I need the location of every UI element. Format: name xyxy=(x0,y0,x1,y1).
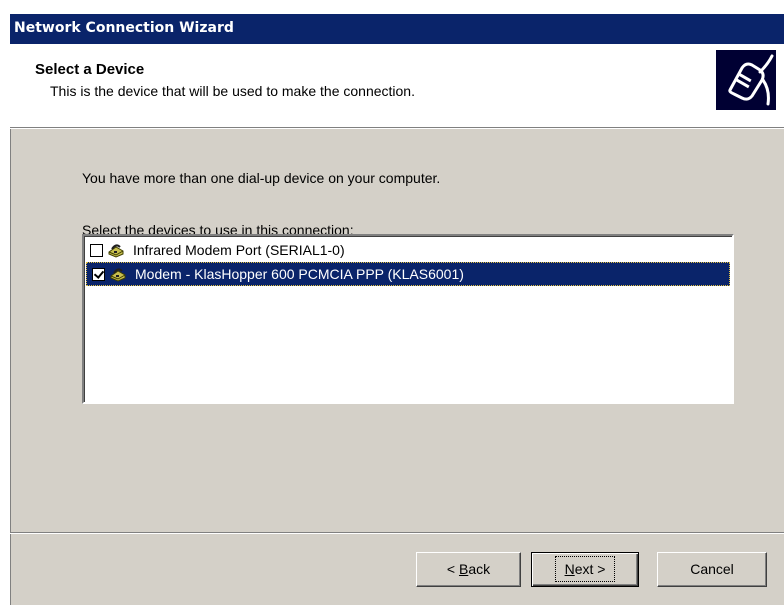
device-label: Modem - KlasHopper 600 PCMCIA PPP (KLAS6… xyxy=(133,262,466,286)
device-label: Infrared Modem Port (SERIAL1-0) xyxy=(133,242,345,258)
page-subtitle: This is the device that will be used to … xyxy=(50,83,415,99)
modem-icon xyxy=(108,244,124,258)
network-plug-icon xyxy=(716,50,776,110)
device-checkbox[interactable] xyxy=(90,243,103,257)
intro-text: You have more than one dial-up device on… xyxy=(82,170,441,186)
next-label: ext > xyxy=(574,561,606,577)
back-label: ack xyxy=(468,561,491,577)
next-focus-rect: Next > xyxy=(554,556,616,582)
back-button[interactable]: < Back xyxy=(416,552,521,587)
footer-divider xyxy=(10,532,784,534)
device-list[interactable]: Infrared Modem Port (SERIAL1-0) Modem - … xyxy=(82,234,734,404)
back-prefix: < xyxy=(446,561,459,577)
next-accelerator: N xyxy=(564,561,575,577)
list-item[interactable]: Infrared Modem Port (SERIAL1-0) xyxy=(84,238,732,262)
window-title[interactable]: Network Connection Wizard xyxy=(10,14,784,44)
next-button[interactable]: Next > xyxy=(531,552,639,587)
modem-icon xyxy=(110,268,126,282)
page-title: Select a Device xyxy=(35,61,145,78)
back-accelerator: B xyxy=(458,561,469,577)
wizard-window: Network Connection Wizard Select a Devic… xyxy=(8,14,784,605)
cancel-button[interactable]: Cancel xyxy=(657,552,767,587)
device-checkbox[interactable] xyxy=(92,267,105,281)
list-item[interactable]: Modem - KlasHopper 600 PCMCIA PPP (KLAS6… xyxy=(86,262,730,286)
wizard-header: Select a Device This is the device that … xyxy=(10,44,784,128)
